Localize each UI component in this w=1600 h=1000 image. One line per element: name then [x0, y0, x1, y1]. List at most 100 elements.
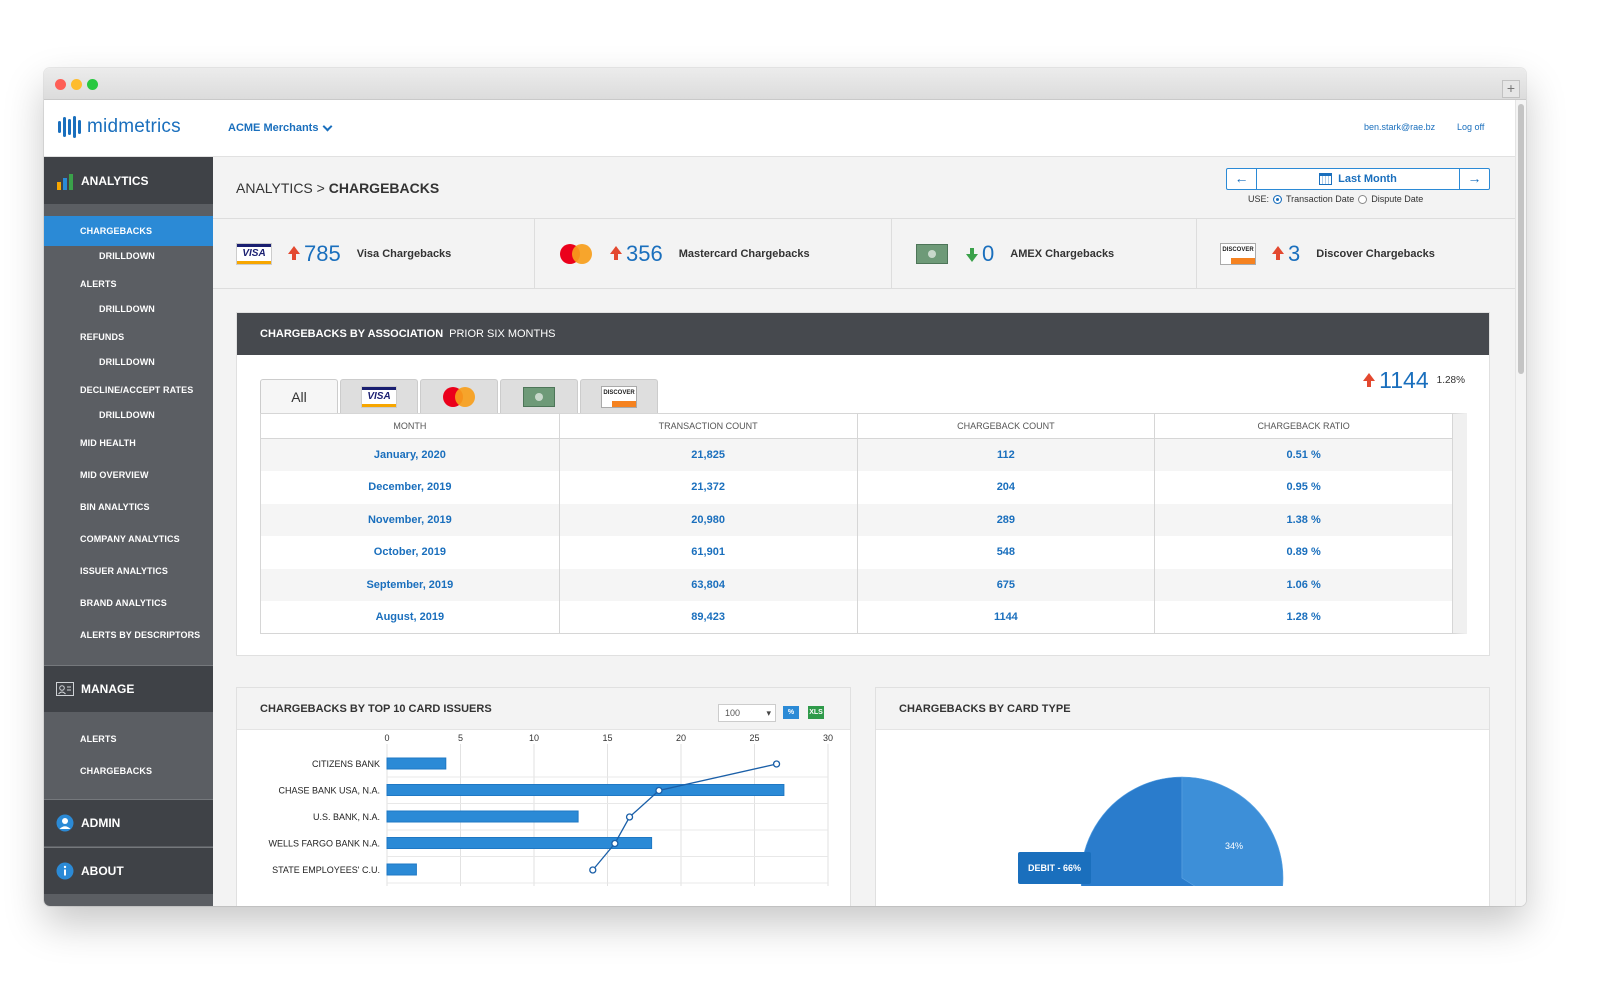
sidebar-item-issuer-analytics[interactable]: ISSUER ANALYTICS [44, 556, 213, 586]
kpi-visa[interactable]: VISA 785 Visa Chargebacks [213, 219, 535, 289]
arrow-down-icon [966, 248, 978, 262]
dispute-date-radio[interactable] [1358, 194, 1368, 204]
sidebar-item-company-analytics[interactable]: COMPANY ANALYTICS [44, 524, 213, 554]
column-header-month[interactable]: MONTH [261, 414, 560, 439]
trend-point [655, 786, 663, 795]
discover-logo-icon: DISCOVER [601, 385, 637, 408]
table-row[interactable]: December, 2019 21,372 204 0.95 % [261, 471, 1453, 504]
sidebar: ANALYTICS CHARGEBACKS DRILLDOWN ALERTS D… [44, 157, 213, 906]
x-tick-label: 20 [676, 733, 686, 743]
maximize-window-button[interactable] [87, 79, 98, 90]
sidebar-item-decline-accept-rates[interactable]: DECLINE/ACCEPT RATES [44, 375, 213, 405]
sidebar-item-mid-health[interactable]: MID HEALTH [44, 428, 213, 458]
association-panel-header: CHARGEBACKS BY ASSOCIATION PRIOR SIX MON… [237, 313, 1489, 355]
sidebar-item-alerts-by-descriptors[interactable]: ALERTS BY DESCRIPTORS [44, 620, 213, 650]
table-row[interactable]: August, 2019 89,423 1144 1.28 % [261, 600, 1453, 634]
next-period-arrow-icon[interactable]: → [1459, 169, 1489, 189]
sidebar-item-manage-alerts[interactable]: ALERTS [44, 724, 213, 754]
tab-discover[interactable]: DISCOVER [580, 379, 658, 413]
merchant-selector[interactable]: ACME Merchants [228, 121, 333, 134]
dispute-date-label: Dispute Date [1371, 194, 1424, 204]
date-range-picker: ← Last Month → [1226, 168, 1490, 190]
cell-chargeback-ratio: 1.28 % [1155, 600, 1453, 634]
sidebar-item-chargebacks-drilldown[interactable]: DRILLDOWN [44, 245, 213, 267]
cell-transaction-count: 63,804 [559, 568, 858, 601]
x-tick-label: 0 [384, 733, 389, 743]
table-row[interactable]: November, 2019 20,980 289 1.38 % [261, 503, 1453, 537]
user-circle-icon [56, 814, 74, 832]
sidebar-section-analytics[interactable]: ANALYTICS [44, 157, 213, 204]
transaction-date-radio[interactable] [1273, 194, 1283, 204]
cell-chargeback-ratio: 1.38 % [1155, 503, 1453, 537]
new-tab-button[interactable]: + [1502, 80, 1520, 98]
sidebar-item-alerts[interactable]: ALERTS [44, 269, 213, 299]
column-header-transaction-count[interactable]: TRANSACTION COUNT [559, 414, 858, 439]
kpi-mastercard[interactable]: 356 Mastercard Chargebacks [535, 219, 892, 289]
sidebar-section-admin[interactable]: ADMIN [44, 800, 213, 846]
tab-mastercard[interactable] [420, 379, 498, 413]
sidebar-item-chargebacks[interactable]: CHARGEBACKS [44, 216, 213, 246]
x-tick-label: 5 [458, 733, 463, 743]
association-total: 1144 1.28% [1363, 367, 1465, 394]
category-label: CITIZENS BANK [312, 759, 380, 769]
kpi-label: Discover Chargebacks [1316, 248, 1435, 260]
chevron-down-icon [323, 121, 333, 131]
sidebar-item-bin-analytics[interactable]: BIN ANALYTICS [44, 492, 213, 522]
kpi-amex[interactable]: 0 AMEX Chargebacks [892, 219, 1197, 289]
scrollbar-thumb[interactable] [1518, 104, 1524, 374]
transaction-date-label: Transaction Date [1286, 194, 1355, 204]
association-panel-subtitle: PRIOR SIX MONTHS [449, 328, 556, 340]
card-type-pie-chart [1080, 776, 1284, 886]
sidebar-item-manage-chargebacks[interactable]: CHARGEBACKS [44, 756, 213, 786]
browser-window: + midmetrics ACME Merchants ben.stark@ra… [44, 68, 1526, 906]
close-window-button[interactable] [55, 79, 66, 90]
table-row[interactable]: January, 2020 21,825 112 0.51 % [261, 439, 1453, 472]
sidebar-item-refunds[interactable]: REFUNDS [44, 322, 213, 352]
kpi-value: 785 [304, 241, 341, 266]
brand-logo[interactable]: midmetrics [58, 116, 181, 138]
cell-chargeback-ratio: 0.51 % [1155, 439, 1453, 472]
x-tick-label: 15 [602, 733, 612, 743]
association-panel-title: CHARGEBACKS BY ASSOCIATION [260, 328, 444, 340]
cell-chargeback-ratio: 1.06 % [1155, 568, 1453, 601]
percent-toggle-icon[interactable]: % [783, 706, 799, 719]
sidebar-item-refunds-drilldown[interactable]: DRILLDOWN [44, 351, 213, 373]
table-row[interactable]: October, 2019 61,901 548 0.89 % [261, 536, 1453, 569]
sidebar-item-mid-overview[interactable]: MID OVERVIEW [44, 460, 213, 490]
kpi-discover[interactable]: DISCOVER 3 Discover Chargebacks [1197, 219, 1515, 289]
previous-period-arrow-icon[interactable]: ← [1227, 169, 1257, 189]
cell-transaction-count: 21,825 [559, 439, 858, 472]
column-header-chargeback-ratio[interactable]: CHARGEBACK RATIO [1155, 414, 1453, 439]
cell-chargeback-ratio: 0.89 % [1155, 536, 1453, 569]
sidebar-item-brand-analytics[interactable]: BRAND ANALYTICS [44, 588, 213, 618]
sidebar-section-about[interactable]: ABOUT [44, 848, 213, 894]
category-label: WELLS FARGO BANK N.A. [268, 839, 380, 849]
minimize-window-button[interactable] [71, 79, 82, 90]
breadcrumb-parent[interactable]: ANALYTICS [236, 180, 313, 196]
admin-label: ADMIN [81, 816, 121, 830]
tab-all[interactable]: All [260, 379, 338, 413]
page-size-select[interactable]: 100 [718, 704, 776, 722]
xls-export-icon[interactable]: XLS [808, 706, 824, 719]
trend-point [772, 760, 781, 768]
tab-amex[interactable] [500, 379, 578, 413]
x-tick-label: 10 [529, 733, 539, 743]
window-scrollbar[interactable] [1515, 100, 1526, 906]
arrow-up-icon [1363, 372, 1376, 387]
sidebar-item-alerts-drilldown[interactable]: DRILLDOWN [44, 298, 213, 320]
cell-month: January, 2020 [261, 439, 560, 472]
tab-visa[interactable]: VISA [340, 379, 418, 413]
logoff-link[interactable]: Log off [1457, 122, 1484, 132]
association-table: MONTH TRANSACTION COUNT CHARGEBACK COUNT… [260, 413, 1467, 635]
sidebar-section-manage[interactable]: MANAGE [44, 666, 213, 712]
cell-chargeback-count: 548 [858, 536, 1156, 569]
cell-chargeback-count: 675 [857, 568, 1156, 601]
date-range-button[interactable]: Last Month [1259, 169, 1457, 189]
user-email-link[interactable]: ben.stark@rae.bz [1364, 122, 1435, 132]
cell-chargeback-ratio: 0.95 % [1155, 471, 1453, 504]
cell-month: November, 2019 [261, 503, 560, 537]
sidebar-item-decline-drilldown[interactable]: DRILLDOWN [44, 404, 213, 426]
column-header-chargeback-count[interactable]: CHARGEBACK COUNT [857, 414, 1156, 439]
table-row[interactable]: September, 2019 63,804 675 1.06 % [261, 568, 1453, 601]
arrow-up-icon [1272, 246, 1284, 260]
